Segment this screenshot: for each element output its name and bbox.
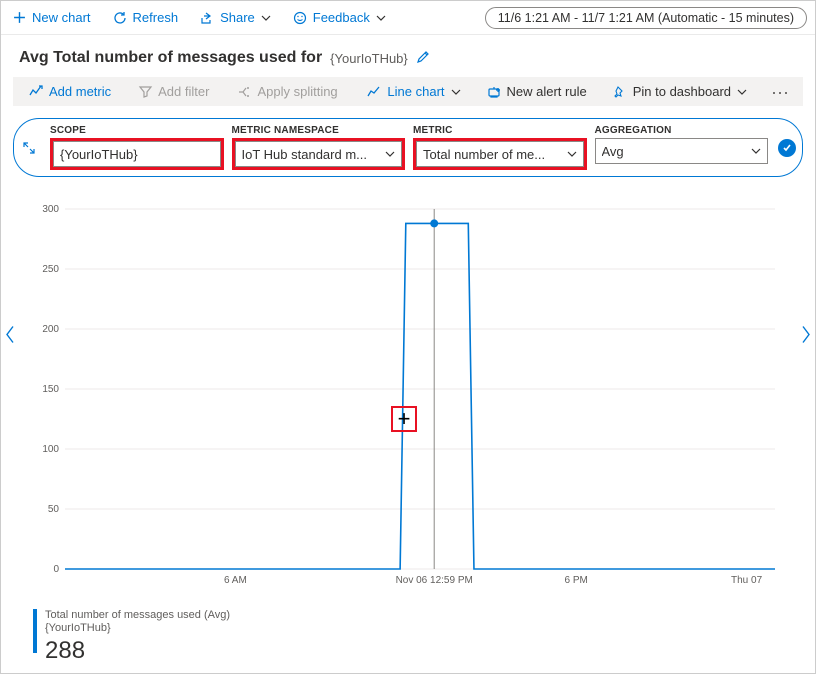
chevron-down-icon	[451, 87, 461, 97]
aggregation-label: AGGREGATION	[595, 125, 769, 136]
scope-selector: SCOPE {YourIoTHub}	[50, 125, 224, 170]
metric-label: METRIC	[413, 125, 587, 136]
chart-type-label: Line chart	[387, 84, 444, 99]
svg-text:Nov 06 12:59 PM: Nov 06 12:59 PM	[396, 575, 473, 586]
aggregation-dropdown[interactable]: Avg	[595, 138, 769, 164]
svg-text:50: 50	[48, 504, 60, 515]
svg-text:6 PM: 6 PM	[565, 575, 588, 586]
svg-text:250: 250	[42, 264, 59, 275]
metric-value: Total number of me...	[423, 147, 545, 162]
namespace-selector: METRIC NAMESPACE IoT Hub standard m...	[232, 125, 406, 170]
more-actions-button[interactable]: ···	[767, 87, 793, 97]
chevron-down-icon	[567, 149, 577, 159]
new-alert-button[interactable]: New alert rule	[481, 83, 593, 100]
time-range-picker[interactable]: 11/6 1:21 AM - 11/7 1:21 AM (Automatic -…	[485, 7, 807, 29]
chart-legend: Total number of messages used (Avg) {You…	[33, 609, 230, 665]
namespace-label: METRIC NAMESPACE	[232, 125, 406, 136]
add-filter-label: Add filter	[158, 84, 209, 99]
feedback-button[interactable]: Feedback	[289, 8, 390, 27]
add-filter-button: Add filter	[133, 83, 215, 100]
refresh-icon	[113, 11, 127, 25]
line-chart-icon	[367, 85, 381, 99]
confirm-check-icon[interactable]	[778, 139, 796, 157]
namespace-value: IoT Hub standard m...	[242, 147, 368, 162]
add-metric-label: Add metric	[49, 84, 111, 99]
chevron-left-icon	[5, 326, 15, 344]
svg-text:6 AM: 6 AM	[224, 575, 247, 586]
svg-text:100: 100	[42, 444, 59, 455]
share-icon	[200, 11, 214, 25]
chevron-right-icon	[801, 326, 811, 344]
share-button[interactable]: Share	[196, 8, 275, 27]
metric-dropdown[interactable]: Total number of me...	[416, 141, 584, 167]
refresh-label: Refresh	[133, 10, 179, 25]
nav-prev-button[interactable]	[5, 326, 15, 349]
page-title-scope: {YourIoTHub}	[330, 51, 408, 66]
scope-value: {YourIoTHub}	[60, 147, 138, 162]
chevron-down-icon	[751, 146, 761, 156]
chevron-down-icon	[261, 13, 271, 23]
split-icon	[237, 85, 251, 99]
pencil-icon	[416, 50, 430, 64]
aggregation-selector: AGGREGATION Avg	[595, 125, 769, 164]
edit-title-button[interactable]	[416, 50, 430, 67]
pin-dashboard-button[interactable]: Pin to dashboard	[607, 83, 753, 100]
svg-text:0: 0	[53, 564, 59, 575]
scope-label: SCOPE	[50, 125, 224, 136]
legend-value: 288	[45, 637, 230, 665]
chevron-down-icon	[385, 149, 395, 159]
metric-selector: METRIC Total number of me...	[413, 125, 587, 170]
apply-splitting-label: Apply splitting	[257, 84, 337, 99]
refresh-button[interactable]: Refresh	[109, 8, 183, 27]
svg-text:300: 300	[42, 204, 59, 215]
new-chart-label: New chart	[32, 10, 91, 25]
legend-scope: {YourIoTHub}	[45, 622, 230, 635]
expand-icon[interactable]	[22, 141, 36, 155]
filter-icon	[139, 85, 152, 98]
aggregation-value: Avg	[602, 144, 624, 159]
share-label: Share	[220, 10, 255, 25]
chart-type-button[interactable]: Line chart	[361, 83, 466, 100]
metric-selector-pill: SCOPE {YourIoTHub} METRIC NAMESPACE IoT …	[13, 118, 803, 177]
scope-dropdown[interactable]: {YourIoTHub}	[53, 141, 221, 167]
apply-splitting-button: Apply splitting	[231, 83, 343, 100]
namespace-dropdown[interactable]: IoT Hub standard m...	[235, 141, 403, 167]
new-alert-label: New alert rule	[507, 84, 587, 99]
svg-text:Thu 07: Thu 07	[731, 575, 763, 586]
smiley-icon	[293, 11, 307, 25]
chevron-down-icon	[737, 87, 747, 97]
legend-series-name: Total number of messages used (Avg)	[45, 609, 230, 622]
nav-next-button[interactable]	[801, 326, 811, 349]
plus-icon	[13, 11, 26, 24]
feedback-label: Feedback	[313, 10, 370, 25]
metrics-chart[interactable]: 0 50 100 150 200 250 300 6 AM Nov 06 12:59 PM 6 P…	[33, 199, 783, 601]
page-title: Avg Total number of messages used for	[19, 49, 322, 67]
pin-label: Pin to dashboard	[633, 84, 731, 99]
add-metric-button[interactable]: Add metric	[23, 83, 117, 100]
pin-icon	[613, 85, 627, 99]
add-metric-icon	[29, 85, 43, 99]
chevron-down-icon	[376, 13, 386, 23]
svg-text:150: 150	[42, 384, 59, 395]
svg-text:200: 200	[42, 324, 59, 335]
new-chart-button[interactable]: New chart	[9, 8, 95, 27]
alert-icon	[487, 85, 501, 99]
legend-color-swatch	[33, 609, 37, 653]
